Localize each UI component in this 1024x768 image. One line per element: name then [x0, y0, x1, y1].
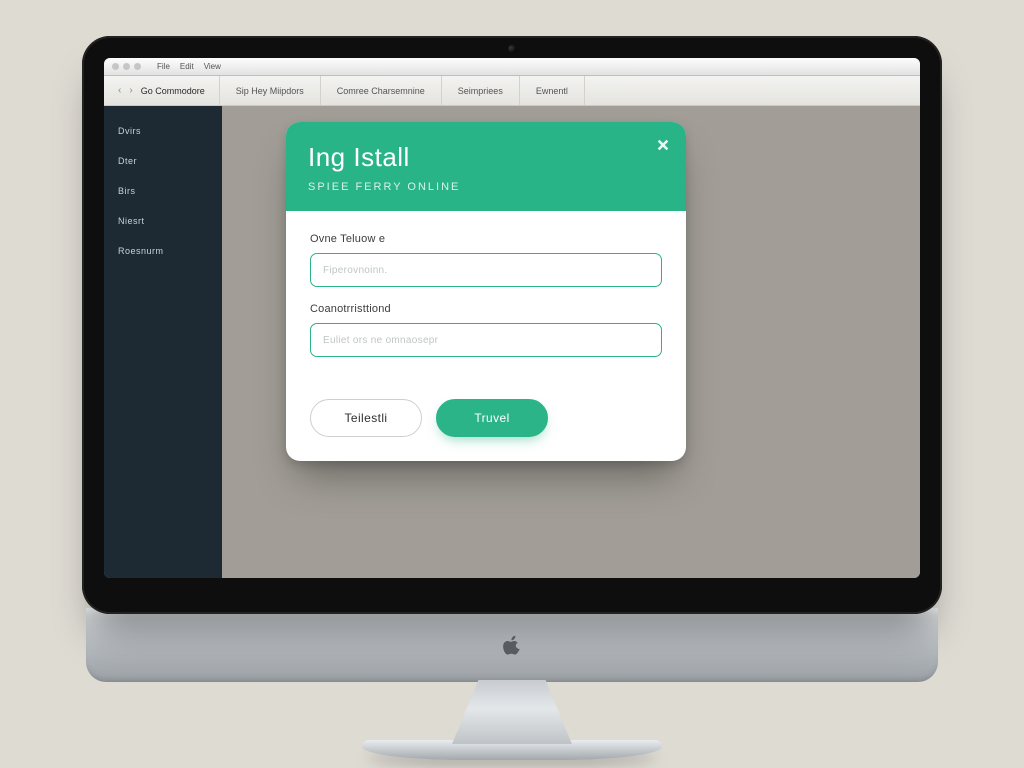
- screen-bezel: File Edit View ‹ › Go Commodore Sip Hey …: [82, 36, 942, 614]
- workspace: Dvirs Dter Birs Niesrt Roesnurm: [104, 106, 920, 578]
- screen: File Edit View ‹ › Go Commodore Sip Hey …: [104, 58, 920, 578]
- install-modal: Ing Istall SPIEE FERRY ONLINE Ovne Teluo…: [286, 122, 686, 461]
- monitor-stand-neck: [452, 680, 572, 744]
- monitor-chin: [86, 608, 938, 682]
- close-icon: [656, 138, 670, 152]
- modal-title: Ing Istall: [308, 142, 664, 173]
- address-label: Go Commodore: [141, 86, 205, 96]
- chevron-left-icon: ‹: [118, 85, 121, 96]
- menubar-item[interactable]: Edit: [180, 62, 194, 71]
- menubar-item[interactable]: View: [204, 62, 221, 71]
- name-input[interactable]: [310, 253, 662, 287]
- sidebar-item[interactable]: Birs: [104, 178, 222, 204]
- sidebar-item[interactable]: Dvirs: [104, 118, 222, 144]
- menubar-item[interactable]: File: [157, 62, 170, 71]
- apple-logo-icon: [502, 633, 522, 657]
- tab-label: Sip Hey Miipdors: [236, 86, 304, 96]
- primary-button[interactable]: Truvel: [436, 399, 548, 437]
- close-button[interactable]: [652, 134, 674, 156]
- traffic-dot[interactable]: [123, 63, 130, 70]
- form-field: Coanotrristtiond: [310, 303, 662, 357]
- address-segment[interactable]: ‹ › Go Commodore: [104, 76, 220, 105]
- camera-dot: [508, 45, 516, 53]
- tab-item[interactable]: Comree Charsemnine: [321, 76, 442, 105]
- sidebar-item-label: Birs: [118, 186, 136, 196]
- tab-item[interactable]: Seimpriees: [442, 76, 520, 105]
- sidebar-item-label: Dter: [118, 156, 137, 166]
- traffic-dot[interactable]: [134, 63, 141, 70]
- form-field: Ovne Teluow e: [310, 233, 662, 287]
- modal-subtitle: SPIEE FERRY ONLINE: [308, 181, 664, 193]
- traffic-dot[interactable]: [112, 63, 119, 70]
- modal-body: Ovne Teluow e Coanotrristtiond: [286, 211, 686, 393]
- chevron-right-icon: ›: [129, 85, 132, 96]
- tab-item[interactable]: Ewnentl: [520, 76, 585, 105]
- sidebar-item-label: Roesnurm: [118, 246, 164, 256]
- confirmation-input[interactable]: [310, 323, 662, 357]
- modal-overlay: Ing Istall SPIEE FERRY ONLINE Ovne Teluo…: [222, 106, 920, 578]
- tab-item[interactable]: Sip Hey Miipdors: [220, 76, 321, 105]
- tab-label: Comree Charsemnine: [337, 86, 425, 96]
- sidebar: Dvirs Dter Birs Niesrt Roesnurm: [104, 106, 222, 578]
- modal-header: Ing Istall SPIEE FERRY ONLINE: [286, 122, 686, 211]
- imac-frame: File Edit View ‹ › Go Commodore Sip Hey …: [82, 36, 942, 760]
- tab-label: Seimpriees: [458, 86, 503, 96]
- field-label: Ovne Teluow e: [310, 233, 662, 245]
- tab-label: Ewnentl: [536, 86, 568, 96]
- window-controls[interactable]: [112, 63, 141, 70]
- sidebar-item-label: Niesrt: [118, 216, 145, 226]
- sidebar-item[interactable]: Dter: [104, 148, 222, 174]
- secondary-button[interactable]: Teilestli: [310, 399, 422, 437]
- sidebar-item[interactable]: Niesrt: [104, 208, 222, 234]
- field-label: Coanotrristtiond: [310, 303, 662, 315]
- app-tabbar: ‹ › Go Commodore Sip Hey Miipdors Comree…: [104, 76, 920, 106]
- sidebar-item-label: Dvirs: [118, 126, 141, 136]
- os-menubar: File Edit View: [104, 58, 920, 76]
- main-canvas: Ing Istall SPIEE FERRY ONLINE Ovne Teluo…: [222, 106, 920, 578]
- sidebar-item[interactable]: Roesnurm: [104, 238, 222, 264]
- modal-actions: Teilestli Truvel: [286, 393, 686, 461]
